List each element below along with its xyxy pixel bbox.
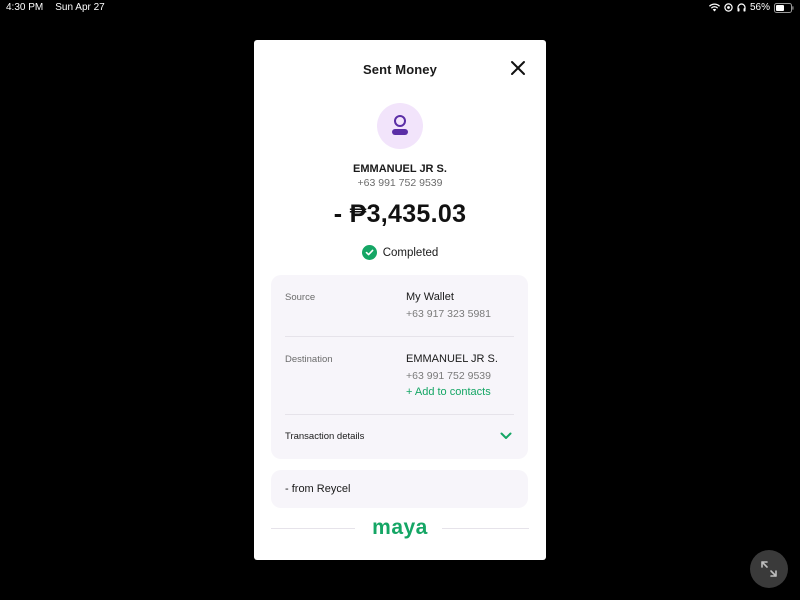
status-label: Completed [382, 246, 439, 259]
details-card: Source My Wallet +63 917 323 5981 Destin… [271, 275, 528, 459]
divider [285, 336, 514, 337]
person-icon [392, 115, 408, 135]
note-card: - from Reycel [271, 470, 528, 508]
recipient-name: EMMANUEL JR S. [353, 163, 447, 175]
sent-money-dialog: Sent Money EMMANUEL JR S. +63 991 752 95… [254, 40, 546, 560]
headphones-icon [737, 3, 746, 12]
recipient-avatar [377, 103, 423, 149]
expand-icon [761, 561, 777, 577]
location-icon [724, 3, 733, 12]
add-to-contacts-link[interactable]: + Add to contacts [406, 386, 491, 398]
destination-phone: +63 991 752 9539 [406, 370, 491, 382]
divider [285, 414, 514, 415]
transaction-details-toggle[interactable]: Transaction details [271, 420, 528, 450]
destination-label: Destination [285, 354, 333, 365]
status-time: 4:30 PM [6, 2, 44, 13]
amount: - ₱3,435.03 [333, 200, 467, 228]
source-value: My Wallet [406, 291, 454, 303]
dialog-title: Sent Money [363, 62, 437, 77]
chevron-down-icon [500, 432, 512, 439]
battery-percent: 56% [749, 2, 770, 13]
battery-icon [774, 2, 794, 13]
source-phone: +63 917 323 5981 [406, 308, 491, 320]
check-circle-icon [361, 245, 377, 260]
note-text: - from Reycel [285, 483, 351, 495]
footer-divider-right [442, 528, 529, 529]
wifi-icon [708, 3, 720, 12]
status-bar: 4:30 PM Sun Apr 27 56% [0, 0, 800, 16]
transaction-details-label: Transaction details [285, 431, 365, 442]
transaction-status: Completed [254, 245, 546, 260]
recipient-phone: +63 991 752 9539 [357, 177, 443, 189]
destination-value: EMMANUEL JR S. [406, 353, 498, 365]
status-date: Sun Apr 27 [55, 2, 105, 13]
source-label: Source [285, 292, 316, 303]
close-button[interactable] [510, 60, 526, 76]
expand-button[interactable] [750, 550, 788, 588]
footer: maya [271, 516, 529, 540]
close-icon [511, 61, 525, 75]
